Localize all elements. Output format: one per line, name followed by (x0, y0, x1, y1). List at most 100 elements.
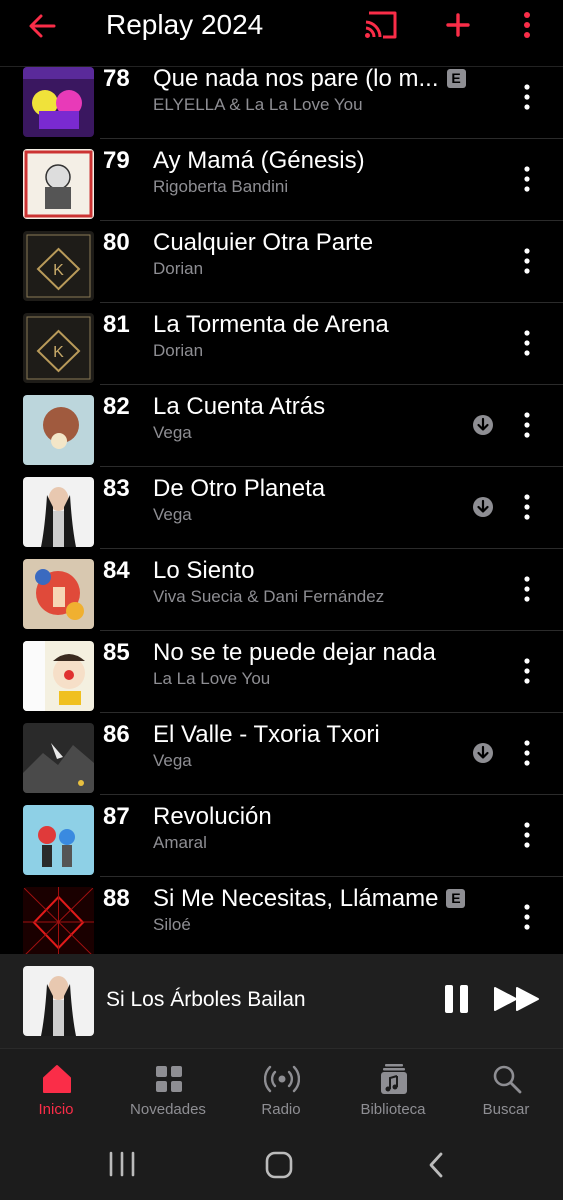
cast-icon[interactable] (363, 9, 399, 41)
explicit-badge: E (446, 889, 466, 908)
track-artist: Viva Suecia & Dani Fernández (153, 587, 385, 606)
list-item[interactable]: 78 Que nada nos pare (lo m... E ELYELLA &… (0, 67, 563, 139)
list-item[interactable]: 85 No se te puede dejar nada La La Love … (0, 631, 563, 713)
more-options-icon[interactable] (516, 81, 538, 113)
recent-apps-icon[interactable] (107, 1150, 137, 1178)
track-rank: 79 (103, 147, 130, 174)
list-item[interactable]: 87 Revolución Amaral (0, 795, 563, 877)
back-arrow-icon[interactable] (26, 10, 58, 42)
more-options-icon[interactable] (516, 901, 538, 933)
home-button-icon[interactable] (264, 1150, 294, 1180)
track-artist: Dorian (153, 341, 204, 360)
list-item[interactable]: 82 La Cuenta Atrás Vega (0, 385, 563, 467)
track-rank: 86 (103, 721, 130, 748)
downloaded-icon (473, 415, 493, 435)
track-title: Ay Mamá (Génesis) (153, 147, 365, 174)
mini-player[interactable]: Si Los Árboles Bailan (0, 954, 563, 1048)
grid-icon (156, 1066, 182, 1092)
more-options-icon[interactable] (516, 163, 538, 195)
downloaded-icon (473, 497, 493, 517)
now-playing-title: Si Los Árboles Bailan (106, 988, 306, 1011)
more-options-icon[interactable] (516, 573, 538, 605)
tab-bar: Inicio Novedades Radio Biblioteca Buscar (0, 1048, 563, 1133)
more-vertical-icon[interactable] (512, 9, 542, 41)
track-title: Si Me Necesitas, Llámame E (153, 883, 466, 915)
track-title: Cualquier Otra Parte (153, 229, 374, 256)
list-item[interactable]: 86 El Valle - Txoria Txori Vega (0, 713, 563, 795)
now-playing-art (23, 966, 94, 1036)
system-navigation-bar (0, 1132, 563, 1200)
track-rank: 84 (103, 557, 130, 584)
back-icon[interactable] (424, 1150, 448, 1180)
list-item[interactable]: 88 Si Me Necesitas, Llámame E Siloé (0, 877, 563, 954)
next-track-icon[interactable] (493, 985, 541, 1013)
album-art (23, 149, 94, 219)
track-artist: Vega (153, 423, 192, 442)
track-title: La Cuenta Atrás (153, 393, 326, 420)
track-rank: 83 (103, 475, 130, 502)
track-title: Revolución (153, 803, 272, 830)
list-item[interactable]: 79 Ay Mamá (Génesis) Rigoberta Bandini (0, 139, 563, 221)
track-list[interactable]: 78 Que nada nos pare (lo m... E ELYELLA &… (0, 67, 563, 954)
track-artist: Vega (153, 751, 192, 770)
search-icon (493, 1065, 522, 1094)
more-options-icon[interactable] (516, 655, 538, 687)
track-rank: 85 (103, 639, 130, 666)
tab-label: Novedades (130, 1101, 206, 1118)
track-artist: ELYELLA & La La Love You (153, 95, 363, 114)
list-item[interactable]: K 80 Cualquier Otra Parte Dorian (0, 221, 563, 303)
radio-icon (264, 1065, 300, 1093)
track-rank: 80 (103, 229, 130, 256)
more-options-icon[interactable] (516, 819, 538, 851)
track-rank: 82 (103, 393, 130, 420)
explicit-badge: E (446, 69, 466, 88)
tab-label: Biblioteca (360, 1101, 426, 1118)
downloaded-icon (473, 743, 493, 763)
tab-buscar[interactable]: Buscar (451, 1049, 561, 1133)
track-title: La Tormenta de Arena (153, 311, 389, 338)
track-rank: 88 (103, 885, 130, 912)
track-artist: Vega (153, 505, 192, 524)
svg-text:K: K (53, 344, 64, 361)
more-options-icon[interactable] (516, 409, 538, 441)
album-art (23, 723, 94, 793)
svg-text:K: K (53, 262, 64, 279)
tab-inicio[interactable]: Inicio (1, 1049, 111, 1133)
tab-radio[interactable]: Radio (226, 1049, 336, 1133)
page-title: Replay 2024 (106, 9, 264, 40)
album-art (23, 395, 94, 465)
list-item[interactable]: 84 Lo Siento Viva Suecia & Dani Fernánde… (0, 549, 563, 631)
more-options-icon[interactable] (516, 737, 538, 769)
track-title: Lo Siento (153, 557, 255, 584)
more-options-icon[interactable] (516, 245, 538, 277)
more-options-icon[interactable] (516, 491, 538, 523)
track-artist: La La Love You (153, 669, 271, 688)
library-icon (381, 1064, 407, 1094)
album-art (23, 67, 94, 137)
track-rank: 87 (103, 803, 130, 830)
tab-label: Inicio (38, 1101, 74, 1118)
album-art (23, 641, 94, 711)
tab-label: Buscar (482, 1101, 530, 1118)
track-artist: Dorian (153, 259, 204, 278)
more-options-icon[interactable] (516, 327, 538, 359)
tab-label: Radio (261, 1101, 301, 1118)
pause-icon[interactable] (443, 983, 471, 1015)
track-title: De Otro Planeta (153, 475, 326, 502)
top-bar: Replay 2024 (0, 0, 563, 67)
add-icon[interactable] (443, 9, 473, 41)
album-art: K (23, 231, 94, 301)
album-art (23, 887, 94, 954)
track-rank: 81 (103, 311, 130, 338)
list-item[interactable]: K 81 La Tormenta de Arena Dorian (0, 303, 563, 385)
track-artist: Siloé (153, 915, 191, 934)
album-art: K (23, 313, 94, 383)
track-title: El Valle - Txoria Txori (153, 721, 380, 748)
track-title: Que nada nos pare (lo m... E (153, 67, 466, 95)
album-art (23, 805, 94, 875)
tab-novedades[interactable]: Novedades (113, 1049, 223, 1133)
tab-biblioteca[interactable]: Biblioteca (338, 1049, 448, 1133)
list-item[interactable]: 83 De Otro Planeta Vega (0, 467, 563, 549)
track-title: No se te puede dejar nada (153, 639, 436, 666)
track-rank: 78 (103, 67, 130, 92)
